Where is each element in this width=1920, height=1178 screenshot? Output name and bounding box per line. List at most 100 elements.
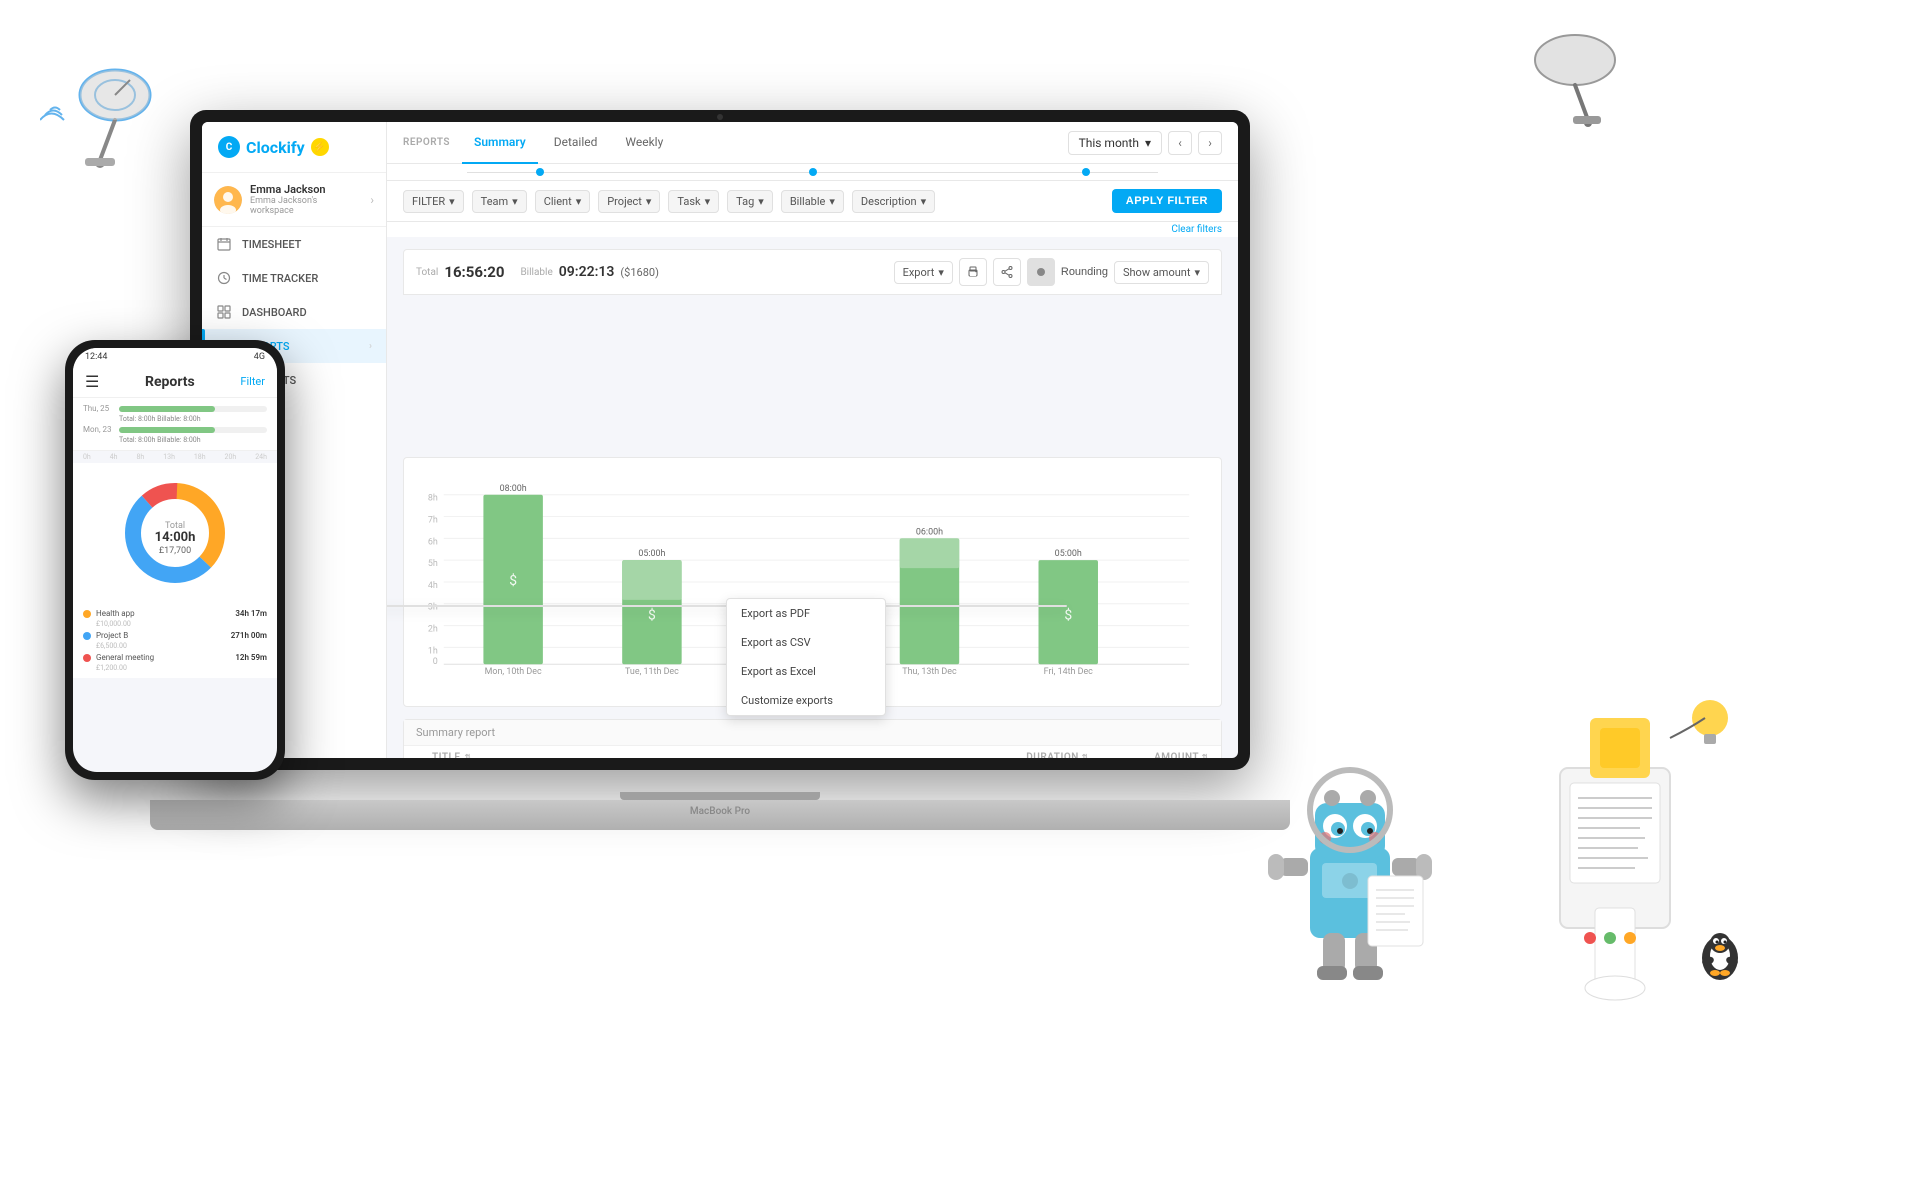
user-section[interactable]: Emma Jackson Emma Jackson's workspace › (202, 173, 386, 227)
col-duration-header[interactable]: DURATION ⇅ (989, 752, 1089, 758)
date-selector-chevron: ▾ (1145, 136, 1151, 150)
col-title-header[interactable]: TITLE ⇅ (432, 752, 989, 758)
timeline-bar-fill-1 (119, 406, 215, 412)
print-button[interactable] (959, 258, 987, 286)
date-controls: This month ▾ ‹ › (1068, 131, 1222, 155)
toggle-button[interactable] (1027, 258, 1055, 286)
title-sort-icon: ⇅ (465, 753, 472, 758)
sidebar-item-time-tracker-label: TIME TRACKER (242, 272, 318, 285)
filter-chip-client[interactable]: Client ▾ (535, 190, 591, 213)
svg-text:06:00h: 06:00h (916, 527, 943, 537)
app-container: C Clockify ⚡ (202, 122, 1238, 758)
reports-label: REPORTS (403, 137, 450, 148)
progress-dot-2 (809, 168, 817, 176)
export-button[interactable]: Export ▾ (894, 261, 953, 284)
table-header: TITLE ⇅ DURATION ⇅ AMOUNT ⇅ (404, 746, 1221, 758)
filter-chip-billable[interactable]: Billable ▾ (781, 190, 844, 213)
customize-exports-item[interactable]: Customize exports (727, 686, 885, 715)
date-selector[interactable]: This month ▾ (1068, 131, 1162, 155)
rounding-button[interactable]: Rounding (1061, 266, 1108, 278)
legend-time-1: 34h 17m (235, 609, 267, 618)
share-button[interactable] (993, 258, 1021, 286)
export-csv-item[interactable]: Export as CSV (727, 628, 885, 657)
tab-detailed[interactable]: Detailed (542, 123, 610, 164)
date-next-button[interactable]: › (1198, 131, 1222, 155)
filter-chip-description[interactable]: Description ▾ (852, 190, 935, 213)
amount-sort-icon: ⇅ (1202, 753, 1209, 758)
user-workspace: Emma Jackson's workspace (250, 196, 362, 216)
show-amount-chevron-icon: ▾ (1194, 266, 1200, 279)
filter-chip-team[interactable]: Team ▾ (472, 190, 527, 213)
svg-text:$: $ (509, 572, 517, 589)
duration-sort-icon: ⇅ (1082, 753, 1089, 758)
phone-menu-icon[interactable]: ☰ (85, 372, 99, 391)
export-dropdown: Export as PDF Export as CSV Export as Ex… (387, 605, 1067, 607)
legend-amount-1: £10,000.00 (83, 620, 267, 628)
legend-amount-3: £1,200.00 (83, 664, 267, 672)
laptop-screen-frame: C Clockify ⚡ (190, 110, 1250, 770)
legend-row-1: Health app 34h 17m (83, 609, 267, 618)
filter-chip-task[interactable]: Task ▾ (668, 190, 719, 213)
tab-weekly[interactable]: Weekly (613, 123, 675, 164)
svg-text:2h: 2h (428, 625, 438, 635)
svg-text:8h: 8h (428, 494, 438, 504)
apply-filter-button[interactable]: APPLY FILTER (1112, 189, 1222, 213)
billable-label: Billable (520, 267, 552, 278)
export-label: Export (903, 266, 935, 279)
donut-area: Total 14:00h £17,700 (73, 463, 277, 603)
col-amount-header[interactable]: AMOUNT ⇅ (1089, 752, 1209, 758)
project-chevron-icon: ▾ (646, 195, 652, 208)
date-prev-button[interactable]: ‹ (1168, 131, 1192, 155)
legend-row-2: Project B 271h 00m (83, 631, 267, 640)
svg-text:0: 0 (433, 657, 438, 667)
tab-summary[interactable]: Summary (462, 123, 538, 164)
filter-chip-filter[interactable]: FILTER ▾ (403, 190, 464, 213)
timeline-row-1: Thu, 25 (83, 404, 267, 413)
export-pdf-item[interactable]: Export as PDF (727, 599, 885, 628)
duration-col-label: DURATION (1026, 752, 1079, 758)
stats-toolbar: Total 16:56:20 Billable 09:22:13 ($1680)… (403, 249, 1222, 295)
task-label: Task (677, 195, 700, 208)
sidebar-logo: C Clockify ⚡ (202, 122, 386, 173)
robot-illustration (1260, 738, 1440, 1018)
phone-filter-button[interactable]: Filter (240, 375, 265, 388)
export-excel-item[interactable]: Export as Excel (727, 657, 885, 686)
progress-indicator (387, 164, 1238, 181)
show-amount-button[interactable]: Show amount ▾ (1114, 261, 1209, 284)
total-time: 16:56:20 (444, 263, 504, 281)
progress-dot-1 (536, 168, 544, 176)
sidebar-item-dashboard-label: DASHBOARD (242, 306, 307, 319)
filter-label: FILTER (412, 195, 445, 208)
laptop-brand: MacBook Pro (150, 800, 1290, 817)
laptop-frame: C Clockify ⚡ (190, 110, 1290, 830)
title-col-label: TITLE (432, 752, 461, 758)
laptop-notch (620, 792, 820, 800)
donut-chart: Total 14:00h £17,700 (115, 473, 235, 593)
phone-timeline: Thu, 25 Total: 8:00h Billable: 8:00h Mon… (73, 398, 277, 451)
filter-chip-project[interactable]: Project ▾ (598, 190, 660, 213)
sidebar-item-timesheet[interactable]: TIMESHEET (202, 227, 386, 261)
client-label: Client (544, 195, 572, 208)
billable-label: Billable (790, 195, 826, 208)
logo-text: Clockify (246, 138, 305, 157)
legend-name-1: Health app (96, 609, 135, 618)
client-chevron-icon: ▾ (576, 195, 582, 208)
reports-expand-icon: › (369, 341, 372, 352)
sidebar-item-time-tracker[interactable]: TIME TRACKER (202, 261, 386, 295)
filter-chip-tag[interactable]: Tag ▾ (727, 190, 773, 213)
legend-name-3: General meeting (96, 653, 154, 662)
svg-text:Mon, 10th Dec: Mon, 10th Dec (485, 667, 542, 677)
legend-dot-2 (83, 632, 91, 640)
user-expand-icon[interactable]: › (370, 193, 374, 207)
user-name: Emma Jackson (250, 183, 362, 196)
logo-icon: C (218, 136, 240, 158)
report-table: Summary report TITLE ⇅ DURATION (403, 719, 1222, 758)
phone-screen: 12:44 4G ☰ Reports Filter Thu, 25 Total:… (73, 348, 277, 772)
clear-filters-link[interactable]: Clear filters (387, 222, 1238, 237)
sidebar-item-dashboard[interactable]: DASHBOARD (202, 295, 386, 329)
legend-name-2: Project B (96, 631, 128, 640)
timeline-bar-fill-2 (119, 427, 215, 433)
timeline-bar-1 (119, 406, 267, 412)
svg-text:Tue, 11th Dec: Tue, 11th Dec (625, 667, 679, 677)
team-label: Team (481, 195, 509, 208)
